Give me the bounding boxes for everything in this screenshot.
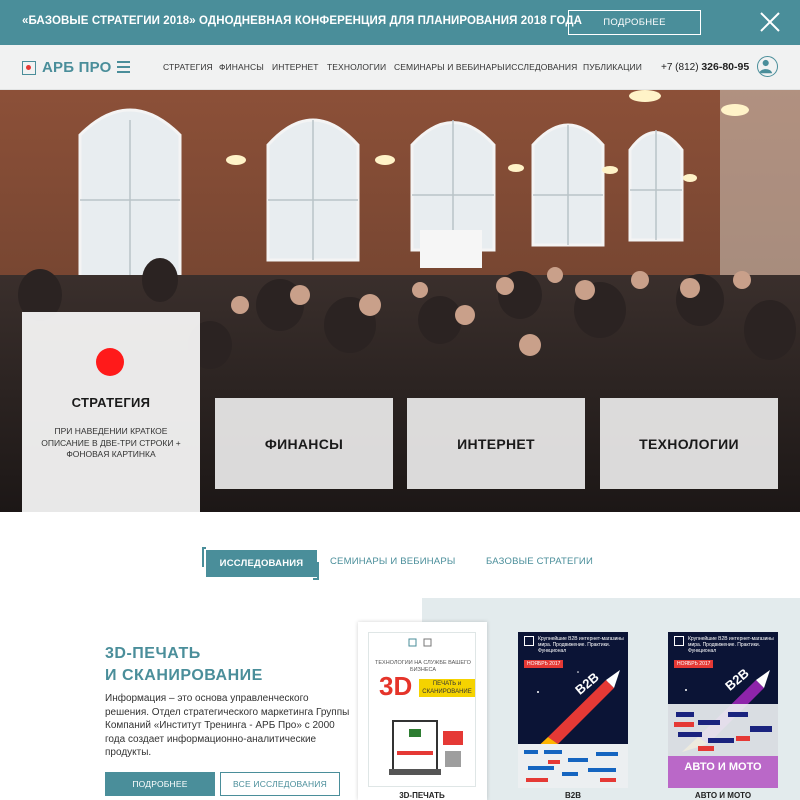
book-logo-icon	[524, 636, 534, 646]
book-logo-icon	[674, 636, 684, 646]
book-cover-badge: НОЯБРЬ 2017	[524, 660, 564, 668]
close-icon[interactable]	[758, 10, 782, 34]
book-cover-auto-moto: АВТО И МОТО	[684, 761, 762, 773]
book-cover-text: Крупнейшие B2B интернет-магазины мира. П…	[688, 636, 774, 654]
phone-number[interactable]: +7 (812) 326-80-95	[661, 61, 749, 73]
book-cover-space-art	[518, 632, 628, 788]
book-cover-3d: 3D	[379, 671, 413, 701]
section-title-line2: И СКАНИРОВАНИЕ	[105, 667, 263, 684]
tab-base-strategies[interactable]: БАЗОВЫЕ СТРАТЕГИИ	[486, 556, 593, 567]
nav-item-seminars[interactable]: СЕМИНАРЫ И ВЕБИНАРЫ	[394, 62, 505, 72]
nav-item-research[interactable]: ИССЛЕДОВАНИЯ	[505, 62, 577, 72]
book-caption-auto-moto[interactable]: АВТО И МОТО	[668, 791, 778, 800]
book-cover-tag: ПЕЧАТЬ и СКАНИРОВАНИЕ	[419, 679, 475, 697]
tab-seminars[interactable]: СЕМИНАРЫ И ВЕБИНАРЫ	[330, 556, 455, 567]
book-caption-3d[interactable]: 3D-ПЕЧАТЬ	[368, 791, 476, 800]
featured-card-strategy[interactable]: СТРАТЕГИЯ ПРИ НАВЕДЕНИИ КРАТКОЕ ОПИСАНИЕ…	[22, 312, 200, 512]
more-button[interactable]: ПОДРОБНЕЕ	[105, 772, 215, 796]
featured-card-title: СТРАТЕГИЯ	[71, 395, 151, 410]
book-cover-text: Крупнейшие B2B интернет-магазины мира. П…	[538, 636, 624, 654]
nav-item-strategy[interactable]: СТРАТЕГИЯ	[163, 62, 213, 72]
nav-item-technology[interactable]: ТЕХНОЛОГИИ	[327, 62, 386, 72]
nav-item-finance[interactable]: ФИНАНСЫ	[219, 62, 264, 72]
section-description: Информация – это основа управленческого …	[105, 693, 350, 758]
category-card-technology[interactable]: ТЕХНОЛОГИИ	[600, 398, 778, 489]
book-caption-b2b[interactable]: B2B	[518, 791, 628, 800]
nav-item-internet[interactable]: ИНТЕРНЕТ	[272, 62, 319, 72]
book-logo-icon	[408, 638, 432, 647]
featured-card-description: ПРИ НАВЕДЕНИИ КРАТКОЕ ОПИСАНИЕ В ДВЕ-ТРИ…	[41, 426, 181, 459]
promo-banner-text: «БАЗОВЫЕ СТРАТЕГИИ 2018» ОДНОДНЕВНАЯ КОН…	[22, 15, 583, 27]
hamburger-icon[interactable]	[117, 61, 130, 73]
logo-text: АРБ ПРО	[42, 59, 112, 76]
promo-more-button[interactable]: ПОДРОБНЕЕ	[568, 10, 701, 35]
promo-banner: «БАЗОВЫЕ СТРАТЕГИИ 2018» ОДНОДНЕВНАЯ КОН…	[0, 0, 800, 45]
red-dot-icon	[96, 348, 124, 376]
book-cover-badge: НОЯБРЬ 2017	[674, 660, 714, 668]
user-avatar-icon[interactable]	[757, 56, 778, 77]
book-cover-auto-moto[interactable]: Крупнейшие B2B интернет-магазины мира. П…	[668, 632, 778, 788]
section-title: 3D-ПЕЧАТЬ И СКАНИРОВАНИЕ	[105, 643, 263, 687]
all-research-button[interactable]: ВСЕ ИССЛЕДОВАНИЯ	[220, 772, 340, 796]
nav-item-publications[interactable]: ПУБЛИКАЦИИ	[583, 62, 642, 72]
section-title-line1: 3D-ПЕЧАТЬ	[105, 645, 201, 662]
tab-research[interactable]: ИССЛЕДОВАНИЯ	[206, 550, 317, 577]
main-nav: АРБ ПРО СТРАТЕГИЯ ФИНАНСЫ ИНТЕРНЕТ ТЕХНО…	[0, 45, 800, 90]
hero-section: СТРАТЕГИЯ ПРИ НАВЕДЕНИИ КРАТКОЕ ОПИСАНИЕ…	[0, 90, 800, 512]
phone-prefix: +7 (812)	[661, 62, 699, 73]
book-cover-3d-printing[interactable]: ТЕХНОЛОГИИ НА СЛУЖБЕ ВАШЕГО БИЗНЕСА 3D П…	[368, 632, 476, 787]
tab-accent-right	[313, 562, 319, 580]
logo-mark-icon	[22, 60, 36, 75]
category-card-finance[interactable]: ФИНАНСЫ	[215, 398, 393, 489]
book-cover-b2b[interactable]: Крупнейшие B2B интернет-магазины мира. П…	[518, 632, 628, 788]
logo[interactable]: АРБ ПРО	[22, 59, 111, 76]
category-card-internet[interactable]: ИНТЕРНЕТ	[407, 398, 585, 489]
3d-printer-illustration	[389, 720, 463, 775]
content-tabs: ИССЛЕДОВАНИЯ СЕМИНАРЫ И ВЕБИНАРЫ БАЗОВЫЕ…	[0, 545, 800, 585]
phone-digits: 326-80-95	[701, 61, 750, 73]
